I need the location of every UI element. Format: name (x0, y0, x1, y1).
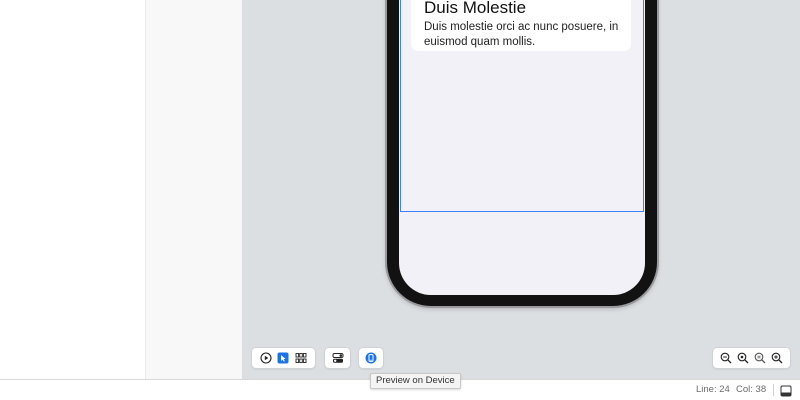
preview-mode-toolbar (251, 347, 316, 369)
selection-outline-bottom (400, 211, 644, 212)
play-icon[interactable] (259, 351, 273, 365)
content-card[interactable]: Duis Molestie Duis molestie orci ac nunc… (411, 0, 631, 51)
select-cursor-icon[interactable] (276, 351, 290, 365)
preview-canvas[interactable]: Duis Molestie Duis molestie orci ac nunc… (242, 0, 800, 379)
zoom-actual-icon[interactable] (753, 351, 767, 365)
zoom-toolbar (712, 347, 791, 369)
preview-on-device-button[interactable] (358, 347, 384, 369)
editor-minimap (145, 0, 242, 379)
selection-outline-right (643, 0, 644, 212)
source-editor-pane[interactable] (0, 0, 145, 379)
column-indicator: Col: 38 (736, 384, 767, 395)
status-divider (773, 384, 774, 396)
selection-outline-left (400, 0, 401, 212)
line-indicator: Line: 24 (696, 384, 730, 395)
zoom-out-icon[interactable] (719, 351, 733, 365)
grid-icon[interactable] (294, 351, 308, 365)
device-frame: Duis Molestie Duis molestie orci ac nunc… (387, 0, 657, 306)
zoom-in-icon[interactable] (770, 351, 784, 365)
device-settings-button[interactable] (324, 347, 351, 369)
panel-toggle-icon[interactable] (780, 384, 792, 397)
preview-on-device-icon (364, 351, 378, 365)
device-screen[interactable]: Duis Molestie Duis molestie orci ac nunc… (399, 0, 645, 295)
card-body: Duis molestie orci ac nunc posuere, in e… (424, 21, 619, 48)
zoom-to-fit-icon[interactable] (736, 351, 750, 365)
card-title: Duis Molestie (424, 0, 527, 17)
device-settings-icon (331, 351, 345, 365)
tooltip: Preview on Device (370, 373, 461, 389)
